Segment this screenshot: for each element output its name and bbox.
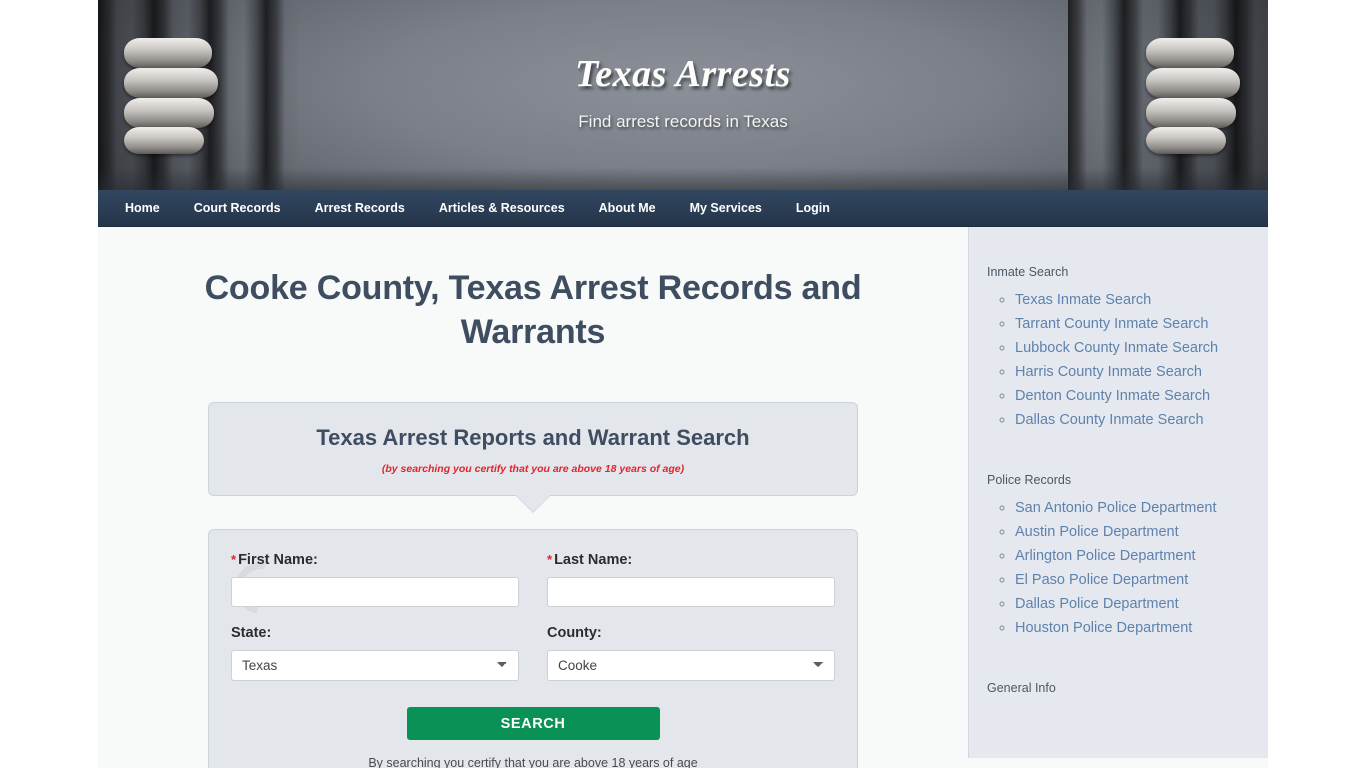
list-item: Denton County Inmate Search (1015, 387, 1268, 405)
sidebar-link-texas-inmate-search[interactable]: Texas Inmate Search (1015, 292, 1151, 308)
search-callout: Texas Arrest Reports and Warrant Search … (208, 402, 858, 513)
sidebar-link-houston-police-department[interactable]: Houston Police Department (1015, 620, 1192, 636)
sidebar-link-dallas-police-department[interactable]: Dallas Police Department (1015, 596, 1179, 612)
search-callout-wrapper: Texas Arrest Reports and Warrant Search … (208, 402, 858, 513)
sidebar-link-list: Texas Inmate Search Tarrant County Inmat… (987, 291, 1268, 429)
main-content: Cooke County, Texas Arrest Records and W… (98, 227, 968, 768)
required-marker-icon: * (547, 552, 553, 568)
site-banner: Texas Arrests Find arrest records in Tex… (98, 0, 1268, 190)
sidebar-link-tarrant-county-inmate-search[interactable]: Tarrant County Inmate Search (1015, 316, 1208, 332)
nav-item-home[interactable]: Home (108, 190, 177, 227)
nav-item-court-records[interactable]: Court Records (177, 190, 298, 227)
location-fields-row: State: Texas County: Cooke (231, 625, 835, 682)
first-name-input[interactable] (231, 577, 519, 608)
sidebar-widget-title: General Info (987, 681, 1056, 695)
sidebar-widget-general-info: General Info (987, 681, 1268, 695)
callout-pointer-icon (516, 495, 550, 513)
banner-text-block: Texas Arrests Find arrest records in Tex… (98, 52, 1268, 132)
sidebar-link-lubbock-county-inmate-search[interactable]: Lubbock County Inmate Search (1015, 340, 1218, 356)
age-certification-footnote: By searching you certify that you are ab… (368, 756, 698, 768)
last-name-input[interactable] (547, 577, 835, 608)
nav-item-arrest-records[interactable]: Arrest Records (298, 190, 422, 227)
sidebar-widget-title: Police Records (987, 473, 1072, 487)
search-callout-heading: Texas Arrest Reports and Warrant Search (316, 425, 750, 451)
page-title: Cooke County, Texas Arrest Records and W… (204, 269, 862, 351)
last-name-label-text: Last Name: (554, 552, 633, 569)
form-row-spacer (231, 607, 835, 625)
arrest-search-form: * First Name: * Last Name: State: Texas … (208, 529, 858, 768)
state-label: State: (231, 625, 272, 642)
list-item: Houston Police Department (1015, 619, 1268, 637)
sidebar-link-san-antonio-police-department[interactable]: San Antonio Police Department (1015, 500, 1217, 516)
state-field-group: State: Texas (231, 625, 519, 682)
body-wrapper: Cooke County, Texas Arrest Records and W… (98, 227, 1268, 768)
list-item: Dallas County Inmate Search (1015, 411, 1268, 429)
county-field-group: County: Cooke (547, 625, 835, 682)
nav-item-about-me[interactable]: About Me (582, 190, 673, 227)
age-disclaimer-text: (by searching you certify that you are a… (381, 463, 685, 476)
sidebar-link-el-paso-police-department[interactable]: El Paso Police Department (1015, 572, 1188, 588)
search-button-row: SEARCH (231, 707, 835, 741)
nav-item-articles-resources[interactable]: Articles & Resources (422, 190, 582, 227)
state-select[interactable]: Texas (231, 650, 519, 682)
sidebar: Inmate Search Texas Inmate Search Tarran… (968, 227, 1268, 758)
sidebar-widget-police-records: Police Records San Antonio Police Depart… (987, 473, 1268, 637)
last-name-field-group: * Last Name: (547, 552, 835, 608)
sidebar-link-austin-police-department[interactable]: Austin Police Department (1015, 524, 1179, 540)
first-name-label-text: First Name: (238, 552, 318, 569)
name-fields-row: * First Name: * Last Name: (231, 552, 835, 608)
main-navigation: Home Court Records Arrest Records Articl… (98, 190, 1268, 227)
first-name-label: * First Name: (231, 552, 519, 568)
county-select[interactable]: Cooke (547, 650, 835, 682)
sidebar-link-denton-county-inmate-search[interactable]: Denton County Inmate Search (1015, 388, 1210, 404)
list-item: El Paso Police Department (1015, 571, 1268, 589)
list-item: Lubbock County Inmate Search (1015, 339, 1268, 357)
banner-bottom-fade (98, 168, 1268, 190)
sidebar-link-harris-county-inmate-search[interactable]: Harris County Inmate Search (1015, 364, 1202, 380)
list-item: Dallas Police Department (1015, 595, 1268, 613)
last-name-label: * Last Name: (547, 552, 835, 568)
sidebar-link-arlington-police-department[interactable]: Arlington Police Department (1015, 548, 1196, 564)
site-title: Texas Arrests (575, 53, 791, 95)
county-label: County: (547, 625, 602, 642)
list-item: Austin Police Department (1015, 523, 1268, 541)
nav-item-my-services[interactable]: My Services (673, 190, 779, 227)
search-button[interactable]: SEARCH (406, 707, 660, 741)
list-item: Tarrant County Inmate Search (1015, 315, 1268, 333)
required-marker-icon: * (231, 552, 237, 568)
page-root: Texas Arrests Find arrest records in Tex… (0, 0, 1366, 768)
sidebar-link-list: San Antonio Police Department Austin Pol… (987, 499, 1268, 637)
nav-item-login[interactable]: Login (779, 190, 847, 227)
list-item: Harris County Inmate Search (1015, 363, 1268, 381)
sidebar-link-dallas-county-inmate-search[interactable]: Dallas County Inmate Search (1015, 412, 1204, 428)
site-tagline: Find arrest records in Texas (578, 112, 788, 131)
site-container: Texas Arrests Find arrest records in Tex… (98, 0, 1268, 768)
sidebar-widget-inmate-search: Inmate Search Texas Inmate Search Tarran… (987, 265, 1268, 429)
list-item: Arlington Police Department (1015, 547, 1268, 565)
sidebar-widget-title: Inmate Search (987, 265, 1069, 279)
list-item: San Antonio Police Department (1015, 499, 1268, 517)
list-item: Texas Inmate Search (1015, 291, 1268, 309)
first-name-field-group: * First Name: (231, 552, 519, 608)
